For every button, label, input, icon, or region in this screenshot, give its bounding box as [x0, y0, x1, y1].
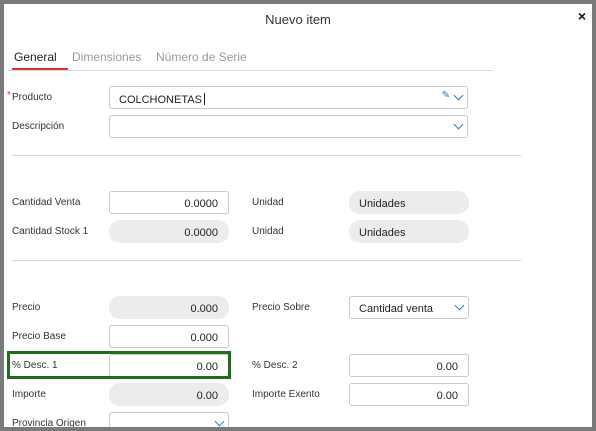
new-item-dialog: Nuevo item × General Dimensiones Número … — [4, 4, 592, 427]
desc1-label: % Desc. 1 — [12, 360, 58, 371]
importe-exento-value: 0.00 — [436, 390, 458, 402]
section-divider — [12, 155, 521, 156]
dialog-title: Nuevo item — [265, 12, 331, 27]
unidad-stock-value: Unidades — [359, 227, 406, 239]
tab-general[interactable]: General — [14, 50, 57, 64]
cantidad-venta-input[interactable]: 0.0000 — [109, 191, 229, 214]
desc2-input[interactable]: 0.00 — [349, 354, 469, 377]
cantidad-stock-value: 0.0000 — [184, 227, 218, 239]
chevron-down-icon[interactable] — [214, 416, 225, 427]
importe-exento-input[interactable]: 0.00 — [349, 383, 469, 406]
cantidad-stock-label: Cantidad Stock 1 — [12, 226, 89, 237]
tab-dimensiones[interactable]: Dimensiones — [72, 50, 141, 64]
desc1-input[interactable]: 0.00 — [109, 354, 229, 377]
descripcion-field[interactable] — [109, 115, 468, 138]
precio-sobre-value: Cantidad venta — [359, 303, 433, 315]
precio-field: 0.000 — [109, 296, 229, 319]
producto-field[interactable]: COLCHONETAS ✎ — [109, 86, 468, 109]
precio-sobre-select[interactable]: Cantidad venta — [349, 296, 469, 319]
section-divider — [12, 260, 521, 261]
text-cursor — [203, 93, 205, 105]
cantidad-stock-field: 0.0000 — [109, 220, 229, 243]
unidad-stock-field: Unidades — [349, 220, 469, 243]
provincia-origen-label: Provincia Origen — [12, 418, 86, 427]
desc2-value: 0.00 — [436, 361, 458, 373]
active-tab-indicator — [12, 68, 68, 70]
unidad-venta-value: Unidades — [359, 198, 406, 210]
precio-base-value: 0.000 — [190, 332, 218, 344]
importe-value: 0.00 — [196, 390, 218, 402]
producto-value: COLCHONETAS — [119, 94, 202, 106]
desc2-label: % Desc. 2 — [252, 360, 298, 371]
required-marker: * — [7, 90, 11, 101]
precio-value: 0.000 — [190, 303, 218, 315]
chevron-down-icon[interactable] — [453, 90, 464, 101]
importe-label: Importe — [12, 389, 46, 400]
precio-base-label: Precio Base — [12, 331, 66, 342]
precio-label: Precio — [12, 302, 41, 313]
desc1-value: 0.00 — [196, 361, 218, 373]
provincia-origen-select[interactable] — [109, 412, 229, 427]
pencil-icon[interactable]: ✎ — [442, 90, 450, 101]
precio-sobre-label: Precio Sobre — [252, 302, 310, 313]
unidad-stock-label: Unidad — [252, 226, 284, 237]
tab-numero-de-serie[interactable]: Número de Serie — [156, 50, 247, 64]
precio-base-input[interactable]: 0.000 — [109, 325, 229, 348]
cantidad-venta-value: 0.0000 — [184, 198, 218, 210]
importe-field: 0.00 — [109, 383, 229, 406]
descripcion-label: Descripción — [12, 121, 65, 132]
unidad-venta-label: Unidad — [252, 197, 284, 208]
importe-exento-label: Importe Exento — [252, 389, 320, 400]
tab-bar: General Dimensiones Número de Serie — [8, 50, 493, 71]
chevron-down-icon[interactable] — [453, 119, 464, 130]
chevron-down-icon[interactable] — [454, 300, 465, 311]
producto-label: Producto — [12, 92, 53, 103]
cantidad-venta-label: Cantidad Venta — [12, 197, 81, 208]
unidad-venta-field: Unidades — [349, 191, 469, 214]
close-icon[interactable]: × — [578, 8, 586, 24]
